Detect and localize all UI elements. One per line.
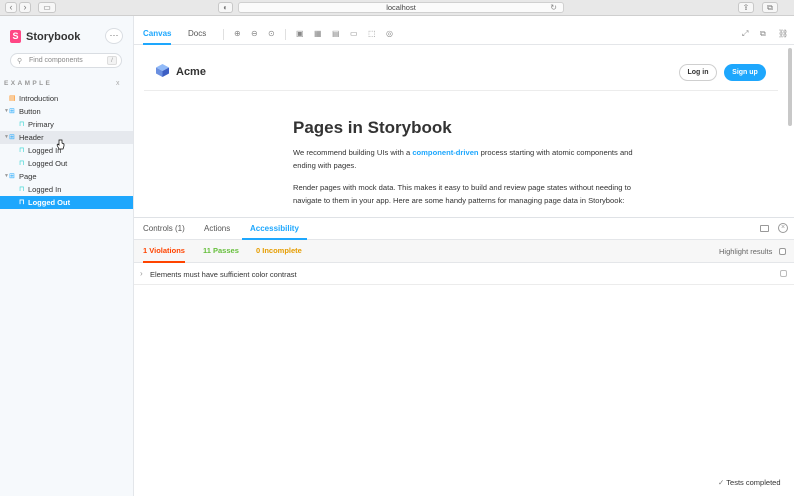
panel-orientation-icon[interactable]	[760, 225, 769, 232]
background-icon[interactable]: ▣	[296, 29, 304, 38]
search-input[interactable]: ⚲ Find components /	[10, 53, 122, 68]
sidebar-item-button[interactable]: ▼ ⊞ Button	[0, 105, 133, 118]
tests-status-label: Tests completed	[726, 478, 781, 487]
sidebar-item-label: Logged Out	[28, 198, 71, 207]
sidebar: S Storybook ··· ⚲ Find components / EXAM…	[0, 16, 134, 496]
tab-accessibility[interactable]: Accessibility	[242, 218, 307, 240]
sidebar-item-button-primary[interactable]: ⊓ Primary	[0, 118, 133, 131]
login-button[interactable]: Log in	[679, 64, 717, 81]
bookmark-icon: ⊓	[19, 199, 25, 206]
measure-icon[interactable]: ▭	[350, 29, 358, 38]
tabs-overview-icon[interactable]: ⧉	[762, 2, 778, 13]
search-shortcut: /	[107, 56, 117, 65]
zoom-out-icon[interactable]: ⊖	[251, 29, 258, 38]
intro-paragraph: We recommend building UIs with a compone…	[293, 148, 633, 170]
copy-link-icon[interactable]: ⛓	[778, 29, 788, 38]
forward-button[interactable]: ›	[19, 2, 31, 13]
open-new-tab-icon[interactable]: ⧉	[760, 29, 766, 39]
tab-violations[interactable]: 1 Violations	[143, 240, 185, 263]
sidebar-item-label: Button	[19, 107, 41, 116]
share-icon[interactable]: ⇪	[738, 2, 754, 13]
zoom-reset-icon[interactable]: ⊙	[268, 29, 275, 38]
url-text: localhost	[386, 3, 416, 12]
violation-highlight-checkbox[interactable]	[780, 270, 787, 277]
acme-header: Acme Log in Sign up	[144, 46, 778, 91]
group-label-example[interactable]: EXAMPLE	[4, 80, 52, 87]
sidebar-item-header[interactable]: ▼ ⊞ Header	[0, 131, 133, 144]
tab-canvas[interactable]: Canvas	[143, 24, 172, 45]
back-button[interactable]: ‹	[5, 2, 17, 13]
violation-title: Elements must have sufficient color cont…	[150, 270, 297, 279]
search-icon: ⚲	[17, 58, 23, 65]
tab-docs[interactable]: Docs	[188, 24, 206, 45]
component-icon: ⊞	[9, 108, 15, 115]
address-bar[interactable]: localhost ↻	[238, 2, 564, 13]
component-icon: ⊞	[9, 173, 15, 180]
acme-title: Acme	[176, 66, 206, 78]
highlight-results-label: Highlight results	[719, 247, 773, 256]
tab-actions[interactable]: Actions	[204, 218, 230, 240]
page-title: Pages in Storybook	[293, 118, 452, 137]
sidebar-item-page-logged-out[interactable]: ⊓ Logged Out	[0, 196, 133, 209]
addon-tabs: Controls (1) Actions Accessibility ×	[134, 218, 794, 240]
accessibility-icon[interactable]: ◎	[386, 29, 393, 38]
component-icon: ⊞	[9, 134, 15, 141]
component-driven-link[interactable]: component-driven	[412, 148, 478, 157]
browser-toolbar: ‹ › ▭ ◐ localhost ↻ ⇪ ⧉	[0, 0, 794, 16]
mouse-cursor-icon	[56, 139, 65, 150]
reload-icon[interactable]: ↻	[550, 3, 557, 13]
story-canvas: Acme Log in Sign up Pages in Storybook W…	[134, 46, 794, 217]
canvas-scrollbar[interactable]	[788, 48, 792, 126]
sidebar-item-header-logged-out[interactable]: ⊓ Logged Out	[0, 157, 133, 170]
bookmark-icon: ⊓	[19, 121, 25, 128]
document-icon: ▤	[9, 95, 16, 102]
brand-name: Storybook	[26, 30, 81, 43]
bookmark-icon: ⊓	[19, 186, 25, 193]
sidebar-item-introduction[interactable]: ▤ Introduction	[0, 92, 133, 105]
mock-data-paragraph: Render pages with mock data. This makes …	[293, 183, 631, 205]
close-panel-icon[interactable]: ×	[778, 223, 788, 233]
sidebar-item-label: Page	[19, 172, 37, 181]
storybook-icon: S	[10, 30, 21, 43]
sidebar-item-label: Introduction	[19, 94, 59, 103]
tab-controls[interactable]: Controls (1)	[143, 218, 185, 240]
outline-icon[interactable]: ⬚	[368, 29, 376, 38]
sidebar-item-label: Logged In	[28, 185, 62, 194]
violation-item[interactable]: › Elements must have sufficient color co…	[134, 263, 794, 285]
sidebar-item-label: Header	[19, 133, 44, 142]
grid-icon[interactable]: ▦	[314, 29, 322, 38]
highlight-results-checkbox[interactable]	[779, 248, 786, 255]
search-placeholder: Find components	[29, 57, 83, 64]
a11y-results-tabs: 1 Violations 11 Passes 0 Incomplete High…	[134, 240, 794, 263]
checkmark-icon: ✓	[718, 478, 725, 487]
chevron-right-icon: ›	[140, 269, 143, 278]
acme-logo-icon	[156, 64, 169, 77]
menu-button[interactable]: ···	[105, 28, 123, 44]
sidebar-item-label: Primary	[28, 120, 54, 129]
addons-panel: Controls (1) Actions Accessibility × 1 V…	[134, 217, 794, 496]
fullscreen-icon[interactable]: ⤢	[742, 29, 748, 39]
zoom-in-icon[interactable]: ⊕	[234, 29, 241, 38]
bookmark-icon: ⊓	[19, 160, 25, 167]
bookmark-icon: ⊓	[19, 147, 25, 154]
signup-button[interactable]: Sign up	[724, 64, 766, 81]
sidebar-item-label: Logged Out	[28, 159, 68, 168]
sidebar-toggle-icon[interactable]: ▭	[38, 2, 56, 13]
sidebar-item-header-logged-in[interactable]: ⊓ Logged In	[0, 144, 133, 157]
tab-incomplete[interactable]: 0 Incomplete	[256, 240, 302, 263]
preview-toolbar: Canvas Docs ⊕ ⊖ ⊙ ▣ ▦ ▤ ▭ ⬚ ◎ ⤢ ⧉ ⛓	[134, 24, 794, 45]
tab-passes[interactable]: 11 Passes	[203, 240, 239, 263]
collapse-all-icon[interactable]: x	[116, 80, 120, 87]
reader-icon[interactable]: ◐	[218, 2, 233, 13]
storybook-logo[interactable]: S Storybook	[10, 30, 80, 43]
sidebar-item-page[interactable]: ▼ ⊞ Page	[0, 170, 133, 183]
viewport-icon[interactable]: ▤	[332, 29, 340, 38]
sidebar-item-page-logged-in[interactable]: ⊓ Logged In	[0, 183, 133, 196]
tests-status: ✓ Tests completed	[718, 478, 781, 487]
